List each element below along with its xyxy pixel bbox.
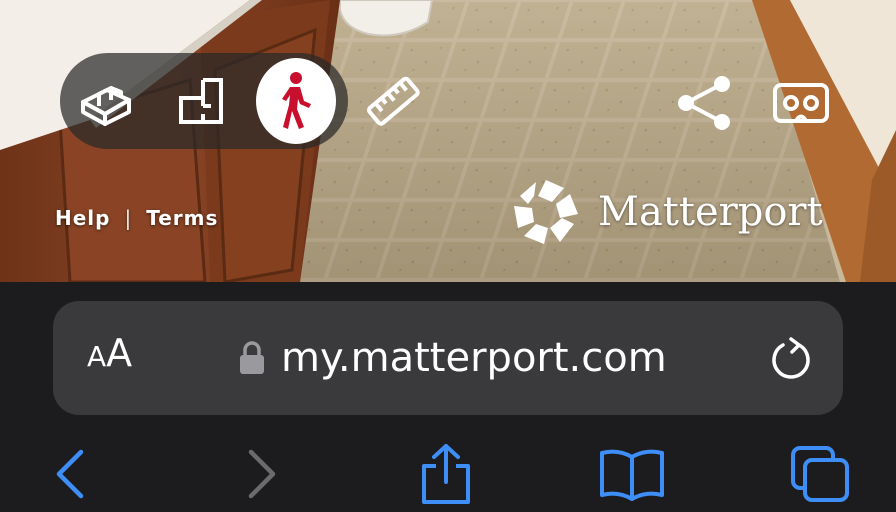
forward-button[interactable]	[240, 442, 284, 506]
matterport-mark-icon	[514, 180, 578, 244]
reload-button[interactable]	[769, 337, 813, 381]
share-icon	[678, 76, 730, 130]
bookmarks-icon	[600, 449, 664, 501]
help-terms-links: Help | Terms	[55, 206, 218, 230]
back-chevron-icon	[56, 449, 84, 499]
text-size-button[interactable]: AA	[87, 331, 132, 375]
back-button[interactable]	[48, 442, 92, 506]
forward-chevron-icon	[248, 449, 276, 499]
tabs-button[interactable]	[788, 442, 852, 506]
share-icon	[422, 444, 470, 504]
measure-button[interactable]	[362, 70, 426, 134]
address-bar[interactable]: AA my.matterport.com	[53, 301, 843, 415]
vr-headset-icon	[773, 83, 829, 123]
reload-icon	[772, 337, 810, 379]
inside-view-mode-button[interactable]	[256, 53, 336, 149]
url-display[interactable]: my.matterport.com	[239, 301, 667, 415]
bookmarks-button[interactable]	[596, 442, 668, 506]
tour-share-button[interactable]	[674, 72, 736, 134]
terms-link[interactable]: Terms	[146, 206, 218, 230]
text-size-big-label: A	[106, 331, 133, 375]
brand-name: Matterport	[598, 189, 823, 235]
walk-icon	[282, 72, 311, 129]
floorplan-mode-button[interactable]	[162, 53, 242, 149]
browser-chrome: AA my.matterport.com	[0, 282, 896, 512]
text-size-small-label: A	[87, 340, 107, 373]
help-link[interactable]: Help	[55, 206, 110, 230]
floorplan-icon	[179, 78, 223, 124]
vr-button[interactable]	[770, 78, 832, 128]
tabs-icon	[791, 446, 849, 502]
browser-share-button[interactable]	[414, 442, 478, 506]
link-separator: |	[124, 206, 133, 230]
dollhouse-icon	[81, 86, 131, 126]
matterport-logo[interactable]: Matterport	[512, 178, 823, 246]
view-mode-switcher	[60, 53, 348, 149]
tour-viewport[interactable]: Help | Terms Matterport	[0, 0, 896, 282]
lock-icon	[240, 341, 264, 374]
dollhouse-mode-button[interactable]	[66, 53, 146, 149]
ruler-icon	[367, 76, 420, 126]
url-text: my.matterport.com	[281, 335, 667, 381]
